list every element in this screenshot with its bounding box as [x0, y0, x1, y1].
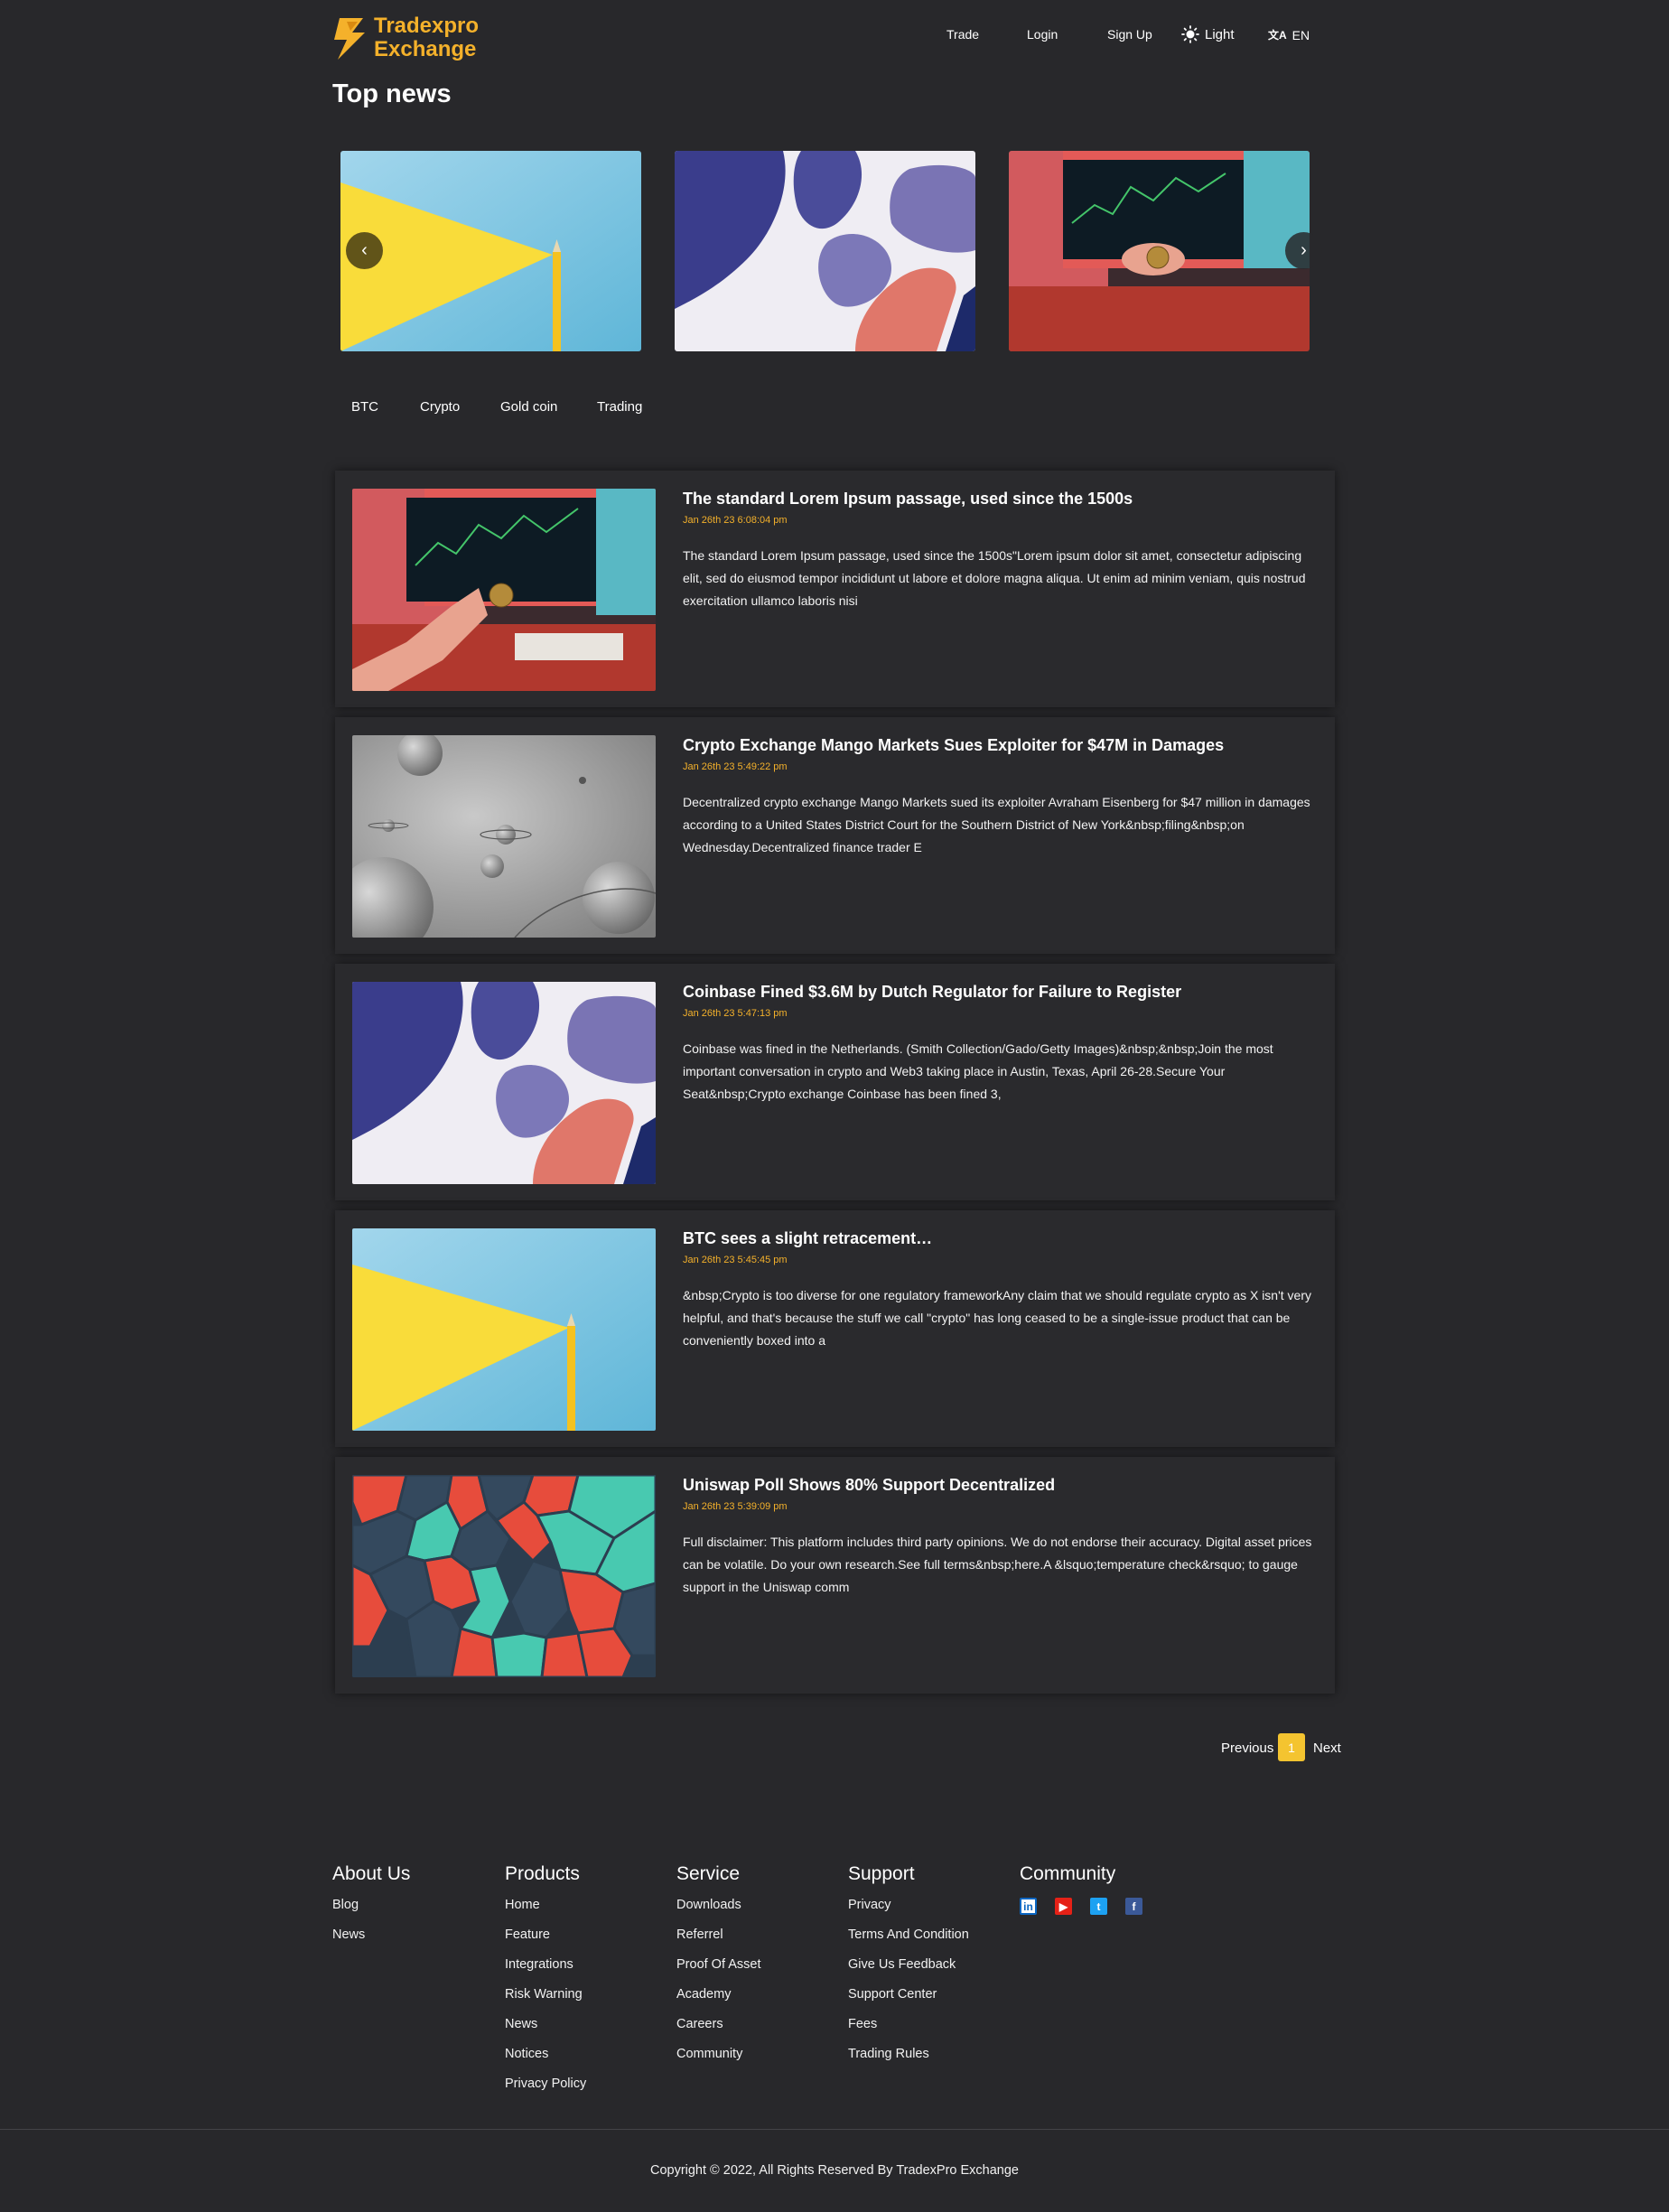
social-links: in ▶ t f	[1020, 1898, 1142, 1915]
news-thumbnail[interactable]	[352, 982, 656, 1184]
youtube-icon[interactable]: ▶	[1055, 1898, 1072, 1915]
news-excerpt: Coinbase was fined in the Netherlands. (…	[683, 1041, 1273, 1101]
news-date: Jan 26th 23 5:45:45 pm	[683, 1255, 788, 1265]
footer-link-news[interactable]: News	[332, 1927, 410, 1957]
theme-label: Light	[1205, 26, 1235, 42]
pagination-page-current[interactable]: 1	[1278, 1733, 1305, 1761]
footer-column-support: Support Privacy Terms And Condition Give…	[848, 1863, 969, 2077]
translate-icon: 文A	[1268, 29, 1287, 42]
news-title[interactable]: Crypto Exchange Mango Markets Sues Explo…	[683, 736, 1224, 755]
tag-btc[interactable]: BTC	[351, 399, 378, 415]
footer-link-community[interactable]: Community	[676, 2047, 761, 2077]
news-thumbnail[interactable]	[352, 1228, 656, 1431]
footer-heading: Community	[1020, 1863, 1116, 1884]
footer-heading: Support	[848, 1863, 915, 1884]
footer-column-community: Community in ▶ t f	[1020, 1863, 1142, 1915]
news-date: Jan 26th 23 5:39:09 pm	[683, 1501, 788, 1512]
news-excerpt: The standard Lorem Ipsum passage, used s…	[683, 548, 1306, 608]
linkedin-icon[interactable]: in	[1020, 1898, 1037, 1915]
footer-heading: Products	[505, 1863, 580, 1884]
news-title[interactable]: The standard Lorem Ipsum passage, used s…	[683, 490, 1133, 509]
footer-column-about: About Us Blog News	[332, 1863, 410, 1957]
theme-toggle[interactable]: Light	[1181, 25, 1235, 43]
tag-trading[interactable]: Trading	[597, 399, 642, 415]
footer-link-support-center[interactable]: Support Center	[848, 1987, 969, 2017]
nav-sign-up[interactable]: Sign Up	[1107, 27, 1152, 42]
news-excerpt: Decentralized crypto exchange Mango Mark…	[683, 795, 1310, 854]
footer-link-feature[interactable]: Feature	[505, 1927, 586, 1957]
footer-link-blog[interactable]: Blog	[332, 1898, 410, 1927]
footer-link-proof-of-asset[interactable]: Proof Of Asset	[676, 1957, 761, 1987]
news-title[interactable]: Uniswap Poll Shows 80% Support Decentral…	[683, 1476, 1055, 1495]
nav-login[interactable]: Login	[1027, 27, 1058, 42]
pencil-image	[340, 151, 641, 351]
footer-link-home[interactable]: Home	[505, 1898, 586, 1927]
footer-divider	[0, 2129, 1669, 2130]
carousel-prev-button[interactable]: ‹	[346, 232, 383, 269]
twitter-icon[interactable]: t	[1090, 1898, 1107, 1915]
carousel-slide-2[interactable]	[675, 151, 975, 351]
chevron-left-icon: ‹	[361, 240, 368, 260]
tag-gold-coin[interactable]: Gold coin	[500, 399, 557, 415]
news-thumbnail[interactable]	[352, 1475, 656, 1677]
footer-link-fees[interactable]: Fees	[848, 2017, 969, 2047]
footer-link-terms[interactable]: Terms And Condition	[848, 1927, 969, 1957]
footer-link-privacy[interactable]: Privacy	[848, 1898, 969, 1927]
news-title[interactable]: BTC sees a slight retracement…	[683, 1229, 932, 1248]
news-thumbnail[interactable]	[352, 489, 656, 691]
language-label: EN	[1291, 27, 1310, 42]
footer-column-service: Service Downloads Referrel Proof Of Asse…	[676, 1863, 761, 2077]
logo[interactable]: Tradexpro Exchange	[327, 13, 480, 63]
news-excerpt: Full disclaimer: This platform includes …	[683, 1535, 1312, 1594]
footer-link-privacy-policy[interactable]: Privacy Policy	[505, 2077, 586, 2106]
news-date: Jan 26th 23 5:47:13 pm	[683, 1008, 788, 1019]
pagination-previous[interactable]: Previous	[1221, 1741, 1273, 1756]
news-date: Jan 26th 23 6:08:04 pm	[683, 515, 788, 526]
footer-link-careers[interactable]: Careers	[676, 2017, 761, 2047]
footer-heading: About Us	[332, 1863, 411, 1884]
news-title[interactable]: Coinbase Fined $3.6M by Dutch Regulator …	[683, 983, 1181, 1002]
carousel-next-button[interactable]: ›	[1285, 232, 1322, 269]
pagination-next[interactable]: Next	[1313, 1741, 1341, 1756]
language-selector[interactable]: 文A EN	[1268, 27, 1310, 42]
footer-link-academy[interactable]: Academy	[676, 1987, 761, 2017]
carousel-slide-3[interactable]	[1009, 151, 1310, 351]
news-excerpt: &nbsp;Crypto is too diverse for one regu…	[683, 1288, 1311, 1348]
footer-column-products: Products Home Feature Integrations Risk …	[505, 1863, 586, 2106]
footer-link-trading-rules[interactable]: Trading Rules	[848, 2047, 969, 2077]
news-thumbnail[interactable]	[352, 735, 656, 938]
chevron-right-icon: ›	[1301, 240, 1307, 260]
news-card[interactable]: Uniswap Poll Shows 80% Support Decentral…	[335, 1457, 1335, 1694]
footer-link-integrations[interactable]: Integrations	[505, 1957, 586, 1987]
footer-link-news[interactable]: News	[505, 2017, 586, 2047]
news-card[interactable]: Crypto Exchange Mango Markets Sues Explo…	[335, 717, 1335, 954]
news-date: Jan 26th 23 5:49:22 pm	[683, 761, 788, 772]
logo-line2: Exchange	[374, 37, 477, 61]
footer-link-risk-warning[interactable]: Risk Warning	[505, 1987, 586, 2017]
news-card[interactable]: BTC sees a slight retracement… Jan 26th …	[335, 1210, 1335, 1447]
footer-link-feedback[interactable]: Give Us Feedback	[848, 1957, 969, 1987]
footer-link-notices[interactable]: Notices	[505, 2047, 586, 2077]
footer-link-downloads[interactable]: Downloads	[676, 1898, 761, 1927]
footer-link-referrel[interactable]: Referrel	[676, 1927, 761, 1957]
facebook-icon[interactable]: f	[1125, 1898, 1142, 1915]
copyright-text: Copyright © 2022, All Rights Reserved By…	[649, 2163, 1020, 2178]
tag-crypto[interactable]: Crypto	[420, 399, 460, 415]
logo-line1: Tradexpro	[374, 14, 480, 38]
logo-bolt-icon	[334, 18, 365, 60]
footer-heading: Service	[676, 1863, 741, 1884]
abstract-shapes-image	[675, 151, 975, 351]
news-card[interactable]: Coinbase Fined $3.6M by Dutch Regulator …	[335, 964, 1335, 1200]
bitcoin-hand-image	[1009, 151, 1310, 351]
logo-text: Tradexpro Exchange	[374, 14, 479, 61]
news-card[interactable]: The standard Lorem Ipsum passage, used s…	[335, 471, 1335, 707]
sun-icon	[1181, 25, 1199, 43]
nav-trade[interactable]: Trade	[946, 27, 979, 42]
page-title: Top news	[332, 79, 452, 108]
carousel-slide-1[interactable]	[340, 151, 641, 351]
